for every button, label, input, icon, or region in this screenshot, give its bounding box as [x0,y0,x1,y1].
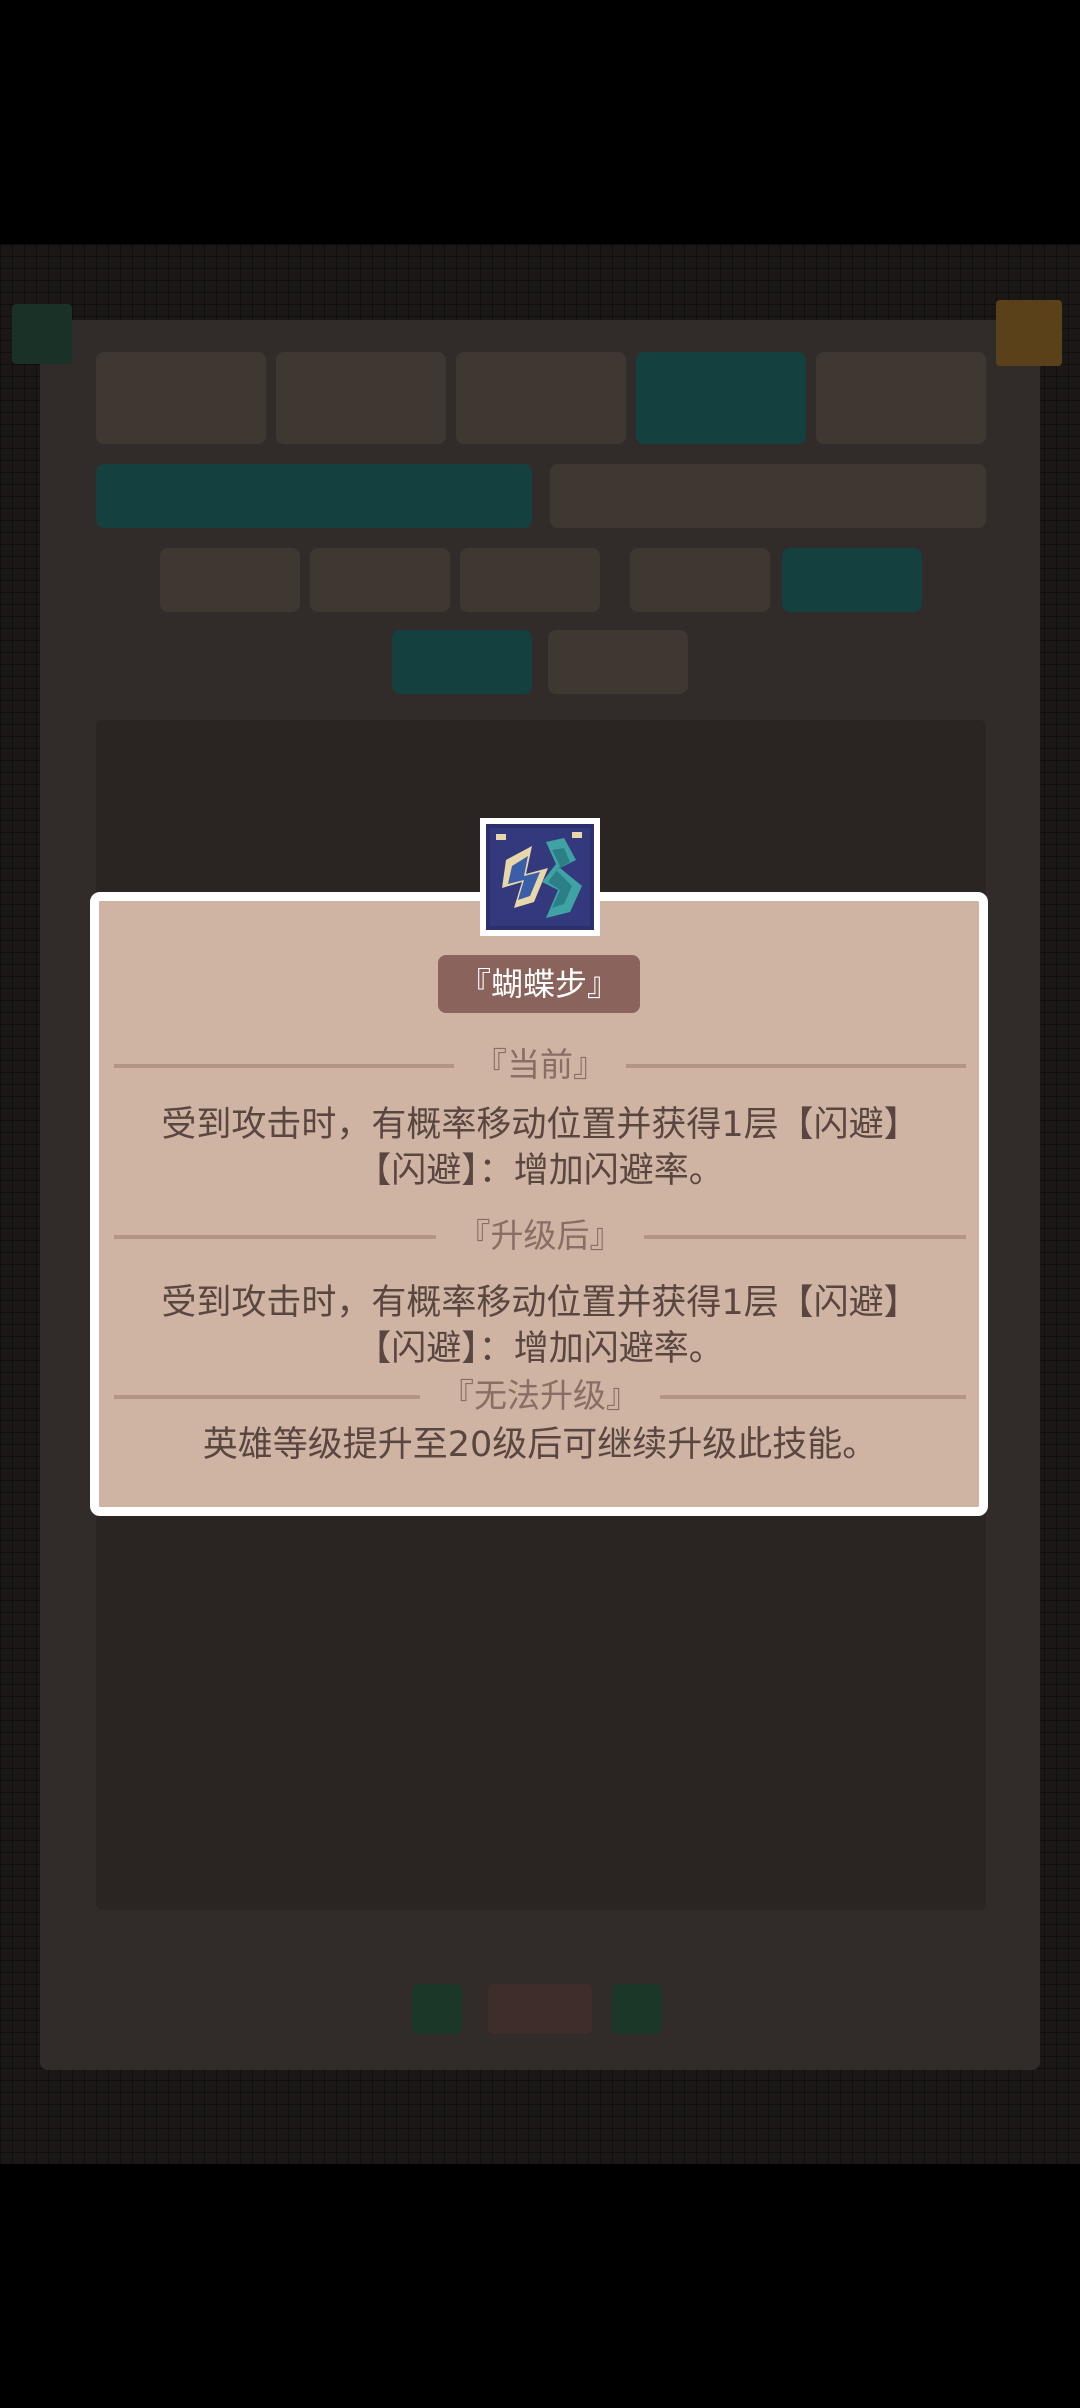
current-header-label: 『当前』 [474,1045,606,1084]
upgrade-section-header: 『升级后』 [114,1214,966,1258]
butterfly-step-skill-icon [480,818,600,936]
cannot-upgrade-label: 『无法升级』 [441,1376,639,1415]
cannot-upgrade-header: 『无法升级』 [114,1374,966,1418]
current-desc-line1: 受到攻击时，有概率移动位置并获得1层【闪避】 [161,1105,919,1145]
upgrade-header-label: 『升级后』 [457,1216,623,1255]
skill-icon-art [486,824,594,930]
cannot-upgrade-text: 英雄等级提升至20级后可继续升级此技能。 [202,1425,878,1465]
current-desc-line2: 【闪避】：增加闪避率。 [356,1151,724,1191]
skill-name-badge: 『蝴蝶步』 [438,955,640,1013]
current-section-header: 『当前』 [114,1043,966,1087]
upgrade-desc-line1: 受到攻击时，有概率移动位置并获得1层【闪避】 [161,1283,919,1323]
upgrade-desc-line2: 【闪避】：增加闪避率。 [356,1329,724,1369]
